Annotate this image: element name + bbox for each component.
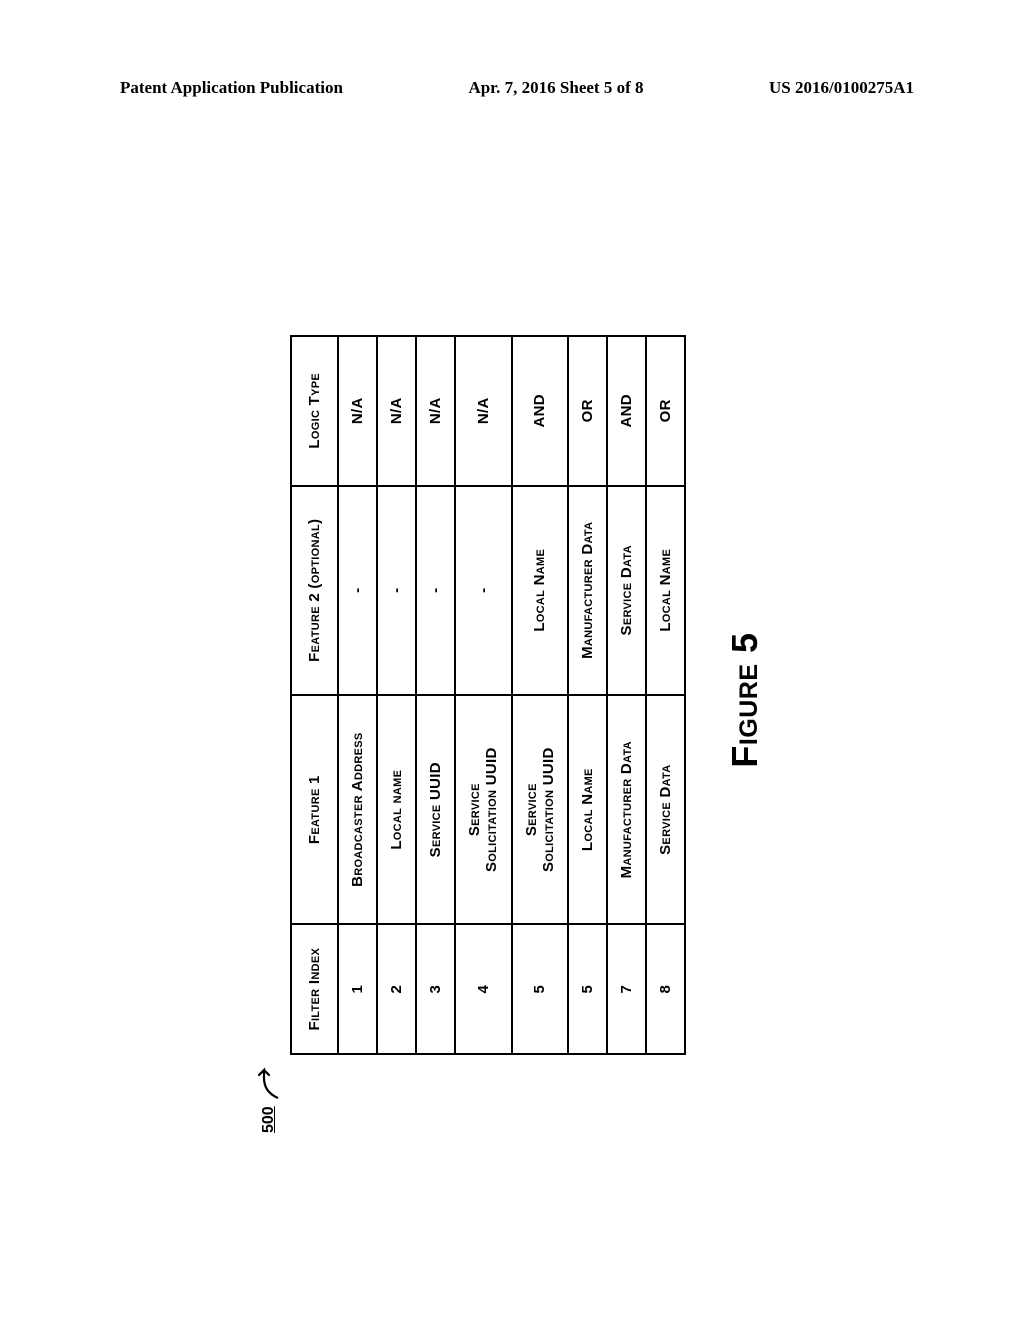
reference-number: 500 [260,1106,278,1133]
cell-feature1: Local name [377,695,416,924]
cell-feature1: Service Solicitation UUID [455,695,512,924]
cell-feature1: Local Name [568,695,607,924]
cell-index: 5 [512,924,569,1054]
cell-feature2: Manufacturer Data [568,486,607,695]
cell-index: 8 [646,924,685,1054]
cell-index: 1 [338,924,377,1054]
cell-logic: N/A [455,336,512,486]
cell-feature2: Local Name [646,486,685,695]
cell-logic: N/A [338,336,377,486]
cell-logic: OR [568,336,607,486]
table-row: 8 Service Data Local Name OR [646,336,685,1054]
header-center-text: Apr. 7, 2016 Sheet 5 of 8 [468,78,643,98]
cell-feature1-line2: Solicitation UUID [483,704,500,915]
table-row: 5 Service Solicitation UUID Local Name A… [512,336,569,1054]
table-row: 4 Service Solicitation UUID - N/A [455,336,512,1054]
col-feature-1: Feature 1 [291,695,338,924]
cell-index: 4 [455,924,512,1054]
cell-feature2: Local Name [512,486,569,695]
figure-caption: Figure 5 [724,265,766,1135]
cell-feature1-line2: Solicitation UUID [540,704,557,915]
cell-feature2: - [455,486,512,695]
cell-index: 3 [416,924,455,1054]
cell-feature1: Service UUID [416,695,455,924]
cell-feature1: Service Data [646,695,685,924]
cell-feature2: - [416,486,455,695]
table-row: 3 Service UUID - N/A [416,336,455,1054]
table-header-row: Filter Index Feature 1 Feature 2 (option… [291,336,338,1054]
table-row: 7 Manufacturer Data Service Data AND [607,336,646,1054]
cell-logic: AND [607,336,646,486]
cell-logic: N/A [377,336,416,486]
cell-feature2: Service Data [607,486,646,695]
reference-callout: 500 [258,265,280,1133]
cell-index: 7 [607,924,646,1054]
header-right-text: US 2016/0100275A1 [769,78,914,98]
header-left-text: Patent Application Publication [120,78,343,98]
cell-logic: OR [646,336,685,486]
cell-logic: N/A [416,336,455,486]
table-row: 2 Local name - N/A [377,336,416,1054]
cell-feature2: - [377,486,416,695]
cell-index: 5 [568,924,607,1054]
table-row: 5 Local Name Manufacturer Data OR [568,336,607,1054]
cell-feature1: Broadcaster Address [338,695,377,924]
reference-arrow-icon [258,1066,280,1100]
table-row: 1 Broadcaster Address - N/A [338,336,377,1054]
col-feature-2: Feature 2 (optional) [291,486,338,695]
cell-feature2: - [338,486,377,695]
cell-feature1: Service Solicitation UUID [512,695,569,924]
cell-feature1-line1: Service [466,704,483,915]
cell-feature1: Manufacturer Data [607,695,646,924]
col-filter-index: Filter Index [291,924,338,1054]
filter-table: Filter Index Feature 1 Feature 2 (option… [290,335,686,1055]
cell-feature1-line1: Service [523,704,540,915]
cell-index: 2 [377,924,416,1054]
cell-logic: AND [512,336,569,486]
col-logic-type: Logic Type [291,336,338,486]
rotated-figure-container: 500 Filter Index Feature 1 Feature [258,265,766,1135]
